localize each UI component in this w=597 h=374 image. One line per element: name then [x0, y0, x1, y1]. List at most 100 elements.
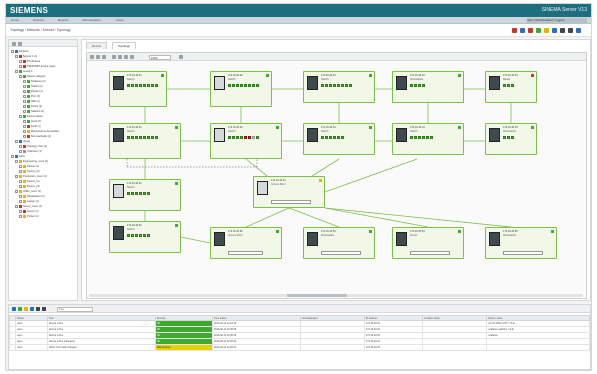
tree-item[interactable]: Engineering_room (1): [15, 159, 48, 163]
tab-topology[interactable]: Topology: [112, 42, 137, 49]
tree-expand-icon[interactable]: [11, 49, 14, 53]
user-menu[interactable]: user / Administrator / Logout: [527, 18, 587, 23]
tree-expand-icon[interactable]: [23, 109, 26, 113]
tree-expand-icon[interactable]: [19, 114, 22, 118]
port-icon[interactable]: [127, 136, 131, 140]
port-icon[interactable]: [235, 136, 240, 140]
port-icon[interactable]: [138, 84, 143, 88]
port-icon[interactable]: [130, 192, 135, 196]
port-icon[interactable]: [146, 192, 151, 196]
port-icon[interactable]: [247, 84, 252, 88]
port-icon[interactable]: [243, 84, 248, 88]
port-icon[interactable]: [255, 84, 260, 88]
port-icon[interactable]: [332, 84, 337, 88]
tree-item[interactable]: Production_room (1): [15, 174, 47, 178]
port-icon[interactable]: [421, 84, 426, 88]
tree-expand-icon[interactable]: [19, 179, 22, 183]
tree-expand-icon[interactable]: [23, 79, 26, 83]
tree-item[interactable]: Laptop (1): [19, 199, 39, 203]
tree-expand-icon[interactable]: [15, 174, 18, 178]
port-icon[interactable]: [429, 136, 434, 140]
menu-item-setup[interactable]: Setup: [116, 18, 124, 23]
menu-item-home[interactable]: Home: [11, 18, 19, 23]
port-icon[interactable]: [247, 136, 252, 140]
toolbar-icon-1[interactable]: [512, 28, 517, 33]
network-link[interactable]: [288, 207, 340, 228]
port-icon[interactable]: [130, 136, 135, 140]
tree-item[interactable]: Topology view (1): [19, 144, 47, 148]
tree-item[interactable]: Sites: [11, 154, 25, 158]
port-icon[interactable]: [328, 136, 333, 140]
port-icon[interactable]: [138, 136, 143, 140]
export-icon[interactable]: [179, 55, 183, 59]
port-icon[interactable]: [146, 136, 151, 140]
toolbar-icon-7[interactable]: [560, 28, 565, 33]
tree-expand-icon[interactable]: [23, 119, 26, 123]
tree-expand-icon[interactable]: [19, 164, 22, 168]
zoom-select[interactable]: 100%: [149, 54, 171, 60]
collapse-all-icon[interactable]: [18, 42, 22, 46]
port-icon[interactable]: [251, 136, 256, 140]
menu-item-reports[interactable]: Reports: [58, 18, 69, 23]
device-node[interactable]: 172.16.40.42 Access Point: [253, 176, 325, 208]
port-icon[interactable]: [142, 84, 147, 88]
port-icon[interactable]: [413, 84, 418, 88]
refresh-icon[interactable]: [12, 307, 16, 311]
port-icon[interactable]: [332, 136, 337, 140]
toolbar-icon-2[interactable]: [520, 28, 525, 33]
port-icon[interactable]: [146, 234, 151, 238]
port-icon[interactable]: [231, 84, 236, 88]
port-icon[interactable]: [142, 234, 147, 238]
fit-view-icon[interactable]: [112, 55, 116, 59]
tree-item[interactable]: Office_room (1): [15, 189, 41, 193]
tree-item[interactable]: Subnet 1 (1): [15, 54, 37, 58]
tree-expand-icon[interactable]: [19, 209, 22, 213]
export-list-icon[interactable]: [30, 307, 34, 311]
menu-item-network[interactable]: Network: [33, 18, 44, 23]
network-link[interactable]: [324, 158, 418, 193]
port-icon[interactable]: [239, 136, 244, 140]
device-node[interactable]: 172.16.40.55 Workstation: [485, 227, 557, 259]
port-icon[interactable]: [410, 84, 414, 88]
port-icon[interactable]: [127, 192, 131, 196]
tree-item[interactable]: Views: [15, 139, 30, 143]
port-icon[interactable]: [138, 192, 143, 196]
toolbar-icon-4[interactable]: [536, 28, 541, 33]
device-node[interactable]: 172.16.40.52 Access Point: [210, 227, 282, 259]
port-icon[interactable]: [340, 84, 345, 88]
port-icon[interactable]: [410, 136, 414, 140]
tree-item[interactable]: HMI (1): [23, 99, 40, 103]
tree-item[interactable]: Switch (2): [23, 84, 43, 88]
device-node[interactable]: 172.16.40.34 Switch: [392, 123, 464, 155]
port-icon[interactable]: [138, 234, 143, 238]
device-node[interactable]: 172.16.40.24 Workstation: [392, 71, 464, 103]
toolbar-icon-8[interactable]: [568, 28, 573, 33]
tree-item[interactable]: Printer (1): [19, 214, 39, 218]
tree-expand-icon[interactable]: [15, 54, 18, 58]
device-node[interactable]: 172.16.40.32 Switch: [210, 123, 282, 159]
tree-item[interactable]: Drives (2): [23, 104, 42, 108]
port-icon[interactable]: [130, 84, 135, 88]
tree-item[interactable]: Device category: [19, 74, 46, 78]
tree-expand-icon[interactable]: [23, 104, 26, 108]
port-icon[interactable]: [134, 84, 139, 88]
tree-item[interactable]: Stations (1): [23, 109, 44, 113]
device-node[interactable]: 172.16.40.21 Switch: [109, 71, 167, 107]
tree-item[interactable]: Fault (1): [23, 124, 41, 128]
select-tool-icon[interactable]: [90, 55, 94, 59]
tree-item[interactable]: Unknown (1): [19, 149, 42, 153]
port-icon[interactable]: [134, 234, 139, 238]
toolbar-icon-5[interactable]: [544, 28, 549, 33]
tree-expand-icon[interactable]: [15, 159, 18, 163]
port-icon[interactable]: [321, 136, 325, 140]
port-icon[interactable]: [235, 84, 240, 88]
toolbar-icon-6[interactable]: [552, 28, 557, 33]
tree-item[interactable]: PN devices: [19, 59, 40, 63]
port-icon[interactable]: [506, 84, 511, 88]
device-node[interactable]: 172.16.40.53 Workstation: [303, 227, 375, 259]
tree-expand-icon[interactable]: [23, 84, 26, 88]
device-node[interactable]: 172.16.40.31 Switch: [109, 123, 181, 159]
search-icon[interactable]: [130, 55, 134, 59]
device-node[interactable]: 172.16.40.22 Switch: [210, 71, 272, 107]
port-icon[interactable]: [228, 84, 232, 88]
